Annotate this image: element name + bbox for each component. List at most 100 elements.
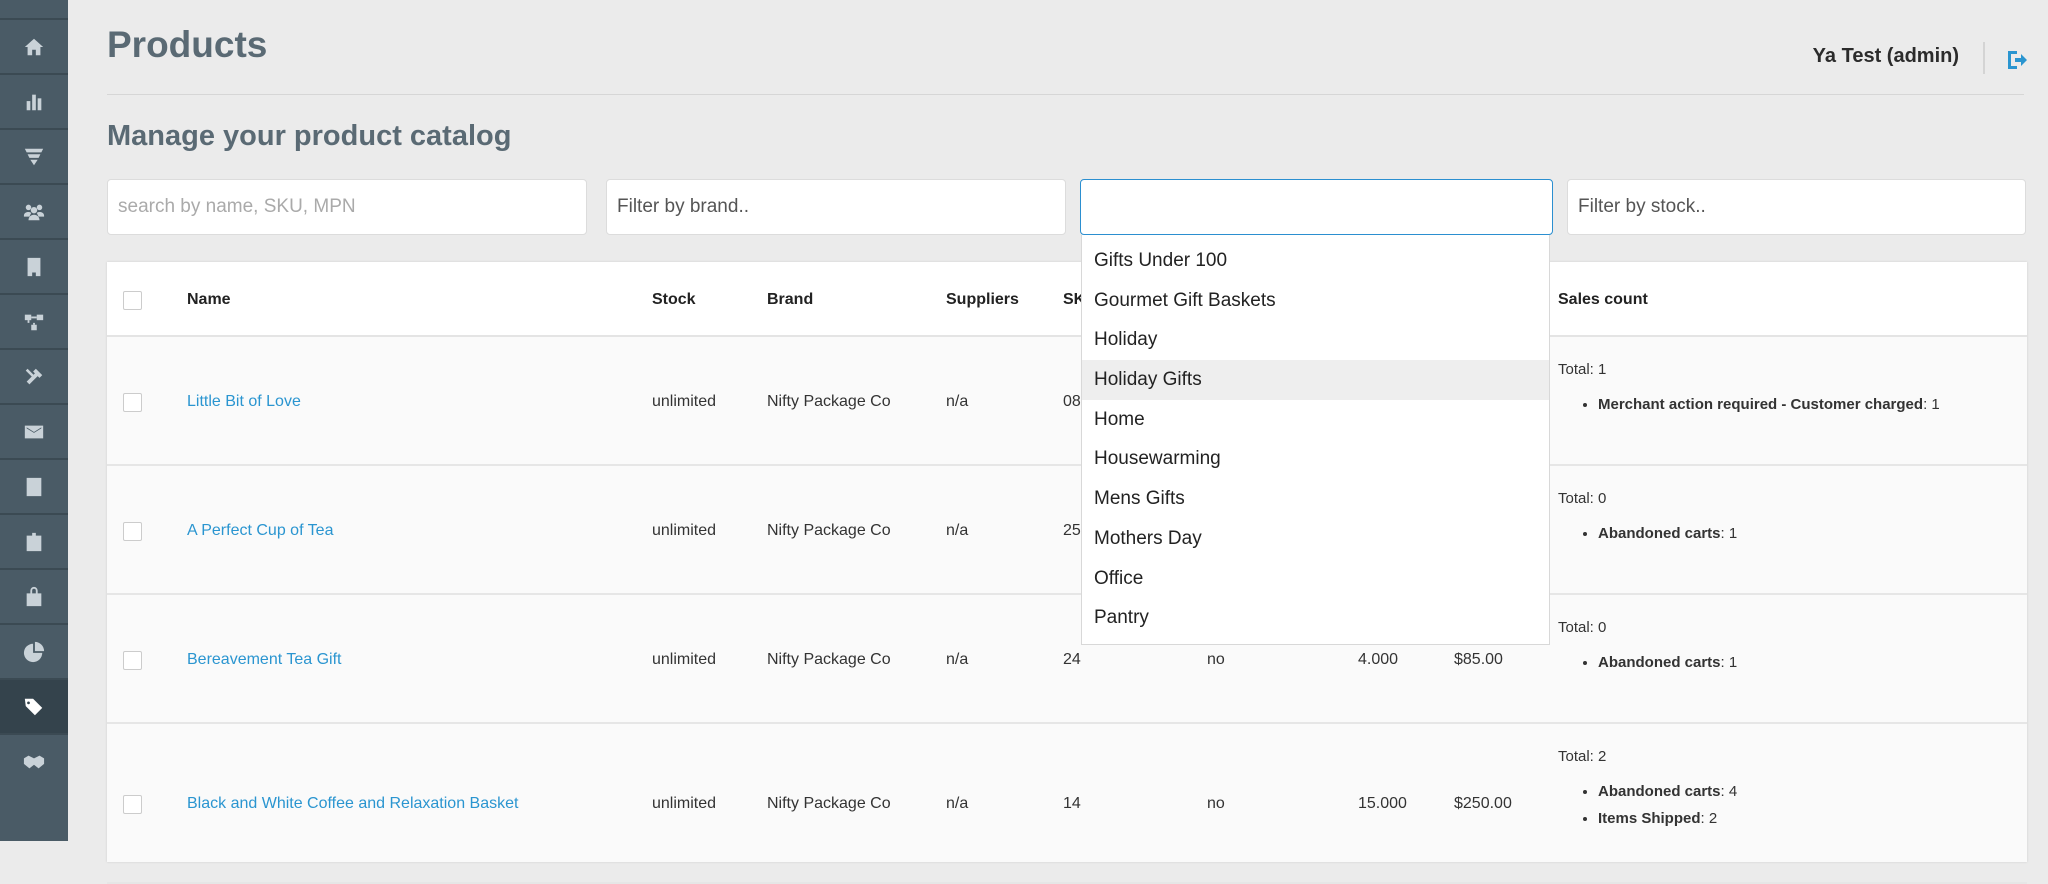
sales-status-item: Merchant action required - Customer char…	[1598, 396, 1940, 413]
row-checkbox[interactable]	[123, 795, 142, 814]
category-filter[interactable]	[1080, 179, 1553, 235]
sales-total: Total: 0	[1558, 619, 1607, 636]
pie-chart-icon	[23, 641, 45, 662]
brand-cell: Nifty Package Co	[767, 521, 891, 539]
col-sales-count[interactable]: Sales count	[1558, 291, 1648, 309]
sidebar-item-tags[interactable]	[0, 678, 68, 733]
brand-cell: Nifty Package Co	[767, 650, 891, 668]
row-checkbox[interactable]	[123, 521, 142, 541]
cell: no	[1207, 795, 1225, 812]
sidebar-item-building[interactable]	[0, 238, 68, 293]
sidebar-item-report[interactable]	[0, 458, 68, 513]
sidebar	[0, 0, 68, 841]
dropdown-option[interactable]: Gifts Under 100	[1082, 241, 1549, 281]
bar-chart-icon	[26, 94, 42, 110]
status-label: Abandoned carts	[1598, 525, 1721, 542]
col-name[interactable]: Name	[187, 291, 231, 309]
handshake-icon	[23, 755, 45, 768]
sidebar-item-home[interactable]	[0, 18, 68, 73]
stock-cell: unlimited	[652, 795, 717, 812]
table-row: Bereavement Tea Gift unlimited Nifty Packa…	[107, 595, 2027, 724]
brand-filter[interactable]	[606, 179, 1066, 235]
sales-count: Total: 0 Abandoned carts: 1	[1558, 619, 1737, 681]
sidebar-item-sitemap[interactable]	[0, 293, 68, 348]
sales-total: Total: 0	[1558, 490, 1607, 507]
sales-status-item: Items Shipped: 2	[1598, 810, 1737, 827]
sku-cell: 14	[1063, 795, 1081, 812]
table-header: Name Stock Brand Suppliers SKU Sales cou…	[107, 262, 2027, 337]
brand-cell: Nifty Package Co	[767, 392, 891, 410]
dropdown-option[interactable]: Holiday Gifts	[1082, 360, 1549, 400]
sidebar-item-handshake[interactable]	[0, 733, 68, 788]
users-icon	[23, 204, 45, 220]
col-brand[interactable]: Brand	[767, 291, 813, 309]
product-name-link[interactable]: A Perfect Cup of Tea	[187, 522, 333, 540]
select-all-checkbox[interactable]	[123, 291, 142, 310]
col-stock[interactable]: Stock	[652, 291, 696, 309]
table-row: Little Bit of Love unlimited Nifty Package…	[107, 337, 2027, 466]
cell: 4.000	[1358, 650, 1399, 668]
product-name-link[interactable]: Bereavement Tea Gift	[187, 651, 341, 669]
status-label: Abandoned carts	[1598, 654, 1721, 671]
sidebar-item-shopping-bag[interactable]	[0, 568, 68, 623]
sidebar-item-mail[interactable]	[0, 403, 68, 458]
sidebar-item-funnel[interactable]	[0, 128, 68, 183]
search-input[interactable]	[107, 179, 587, 235]
dropdown-option[interactable]: Office	[1082, 559, 1549, 599]
price-cell: $85.00	[1454, 650, 1503, 668]
sku-cell: 25	[1063, 521, 1081, 539]
cell: no	[1207, 650, 1225, 668]
dropdown-option[interactable]: Pantry	[1082, 598, 1549, 638]
dropdown-option[interactable]: Mens Gifts	[1082, 479, 1549, 519]
dropdown-option[interactable]: Housewarming	[1082, 439, 1549, 479]
report-icon	[26, 477, 42, 496]
col-suppliers[interactable]: Suppliers	[946, 291, 1019, 309]
suppliers-cell: n/a	[946, 392, 969, 410]
funnel-icon	[24, 148, 44, 165]
dropdown-option[interactable]: Home	[1082, 400, 1549, 440]
product-name-link[interactable]: Black and White Coffee and Relaxation Ba…	[187, 795, 518, 813]
category-dropdown: Gifts Under 100 Gourmet Gift Baskets Holid…	[1081, 235, 1550, 645]
sign-out-icon[interactable]	[2005, 48, 2029, 72]
sidebar-item-tools[interactable]	[0, 348, 68, 403]
status-label: Abandoned carts	[1598, 783, 1721, 800]
tags-icon	[24, 698, 43, 715]
sitemap-icon	[24, 314, 44, 330]
stock-cell: unlimited	[652, 521, 717, 539]
sales-status-item: Abandoned carts: 1	[1598, 654, 1737, 671]
stock-filter[interactable]	[1567, 179, 2026, 235]
suppliers-cell: n/a	[946, 521, 969, 539]
price-cell: $250.00	[1454, 795, 1512, 812]
sidebar-item-users[interactable]	[0, 183, 68, 238]
header-divider	[1983, 42, 1985, 74]
building-icon	[27, 257, 41, 276]
product-name-link[interactable]: Little Bit of Love	[187, 393, 301, 411]
header-divider-line	[107, 94, 2024, 95]
shopping-bag-icon	[26, 586, 42, 606]
dropdown-option[interactable]: Holiday	[1082, 320, 1549, 360]
sidebar-item-bar-chart[interactable]	[0, 73, 68, 128]
home-icon	[24, 38, 44, 55]
mail-icon	[24, 425, 44, 438]
suppliers-cell: n/a	[946, 795, 969, 812]
sidebar-item-id-badge[interactable]	[0, 513, 68, 568]
status-count: : 2	[1700, 810, 1718, 827]
table-row: Black and White Coffee and Relaxation Ba…	[107, 724, 2027, 884]
brand-cell: Nifty Package Co	[767, 795, 891, 812]
status-label: Merchant action required - Customer char…	[1598, 396, 1924, 413]
row-checkbox[interactable]	[123, 650, 142, 670]
table-row: A Perfect Cup of Tea unlimited Nifty Packa…	[107, 466, 2027, 595]
status-count: : 1	[1923, 396, 1940, 413]
row-checkbox[interactable]	[123, 392, 142, 412]
sales-count: Total: 0 Abandoned carts: 1	[1558, 490, 1737, 552]
cell: 15.000	[1358, 795, 1407, 812]
page-subtitle: Manage your product catalog	[107, 120, 512, 152]
stock-cell: unlimited	[652, 650, 717, 668]
suppliers-cell: n/a	[946, 650, 969, 668]
user-name[interactable]: Ya Test (admin)	[1813, 45, 1959, 68]
dropdown-option[interactable]: Mothers Day	[1082, 519, 1549, 559]
dropdown-option[interactable]: Gourmet Gift Baskets	[1082, 281, 1549, 321]
status-label: Items Shipped	[1598, 810, 1701, 827]
sidebar-item-pie-chart[interactable]	[0, 623, 68, 678]
products-table: Name Stock Brand Suppliers SKU Sales cou…	[107, 262, 2027, 884]
